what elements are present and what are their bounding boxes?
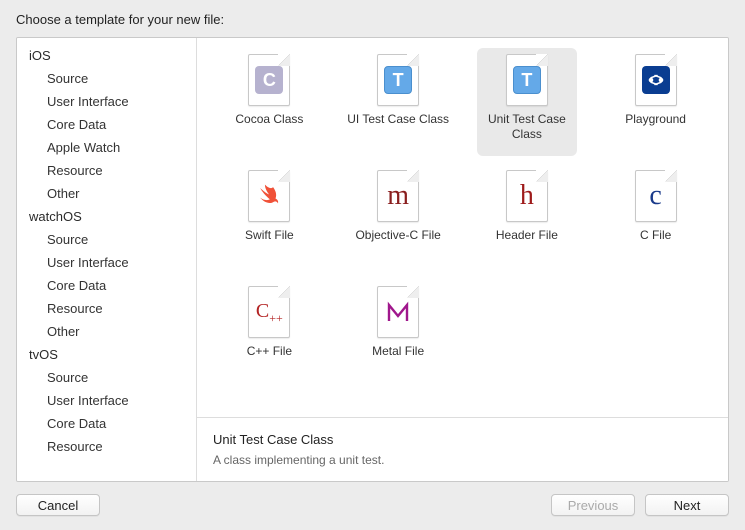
template-playground[interactable]: Playground — [591, 48, 720, 156]
template-label: Playground — [625, 112, 686, 127]
template-detail: Unit Test Case Class A class implementin… — [197, 417, 728, 481]
sidebar-item-watchos-resource[interactable]: Resource — [17, 297, 196, 320]
sidebar-item-watchos-core-data[interactable]: Core Data — [17, 274, 196, 297]
cocoa-class-icon: C — [248, 54, 290, 106]
template-category-sidebar[interactable]: iOS Source User Interface Core Data Appl… — [17, 38, 197, 481]
sidebar-group-watchos[interactable]: watchOS — [17, 205, 196, 228]
template-label: UI Test Case Class — [347, 112, 449, 127]
sidebar-item-ios-apple-watch[interactable]: Apple Watch — [17, 136, 196, 159]
cancel-button[interactable]: Cancel — [16, 494, 100, 516]
sidebar-item-tvos-resource[interactable]: Resource — [17, 435, 196, 458]
sidebar-item-tvos-source[interactable]: Source — [17, 366, 196, 389]
dialog-title: Choose a template for your new file: — [16, 12, 224, 27]
templates-grid: C Cocoa Class T UI Test Case Class T Uni… — [197, 38, 728, 417]
template-label: Metal File — [372, 344, 424, 359]
template-main: C Cocoa Class T UI Test Case Class T Uni… — [197, 38, 728, 481]
template-label: Cocoa Class — [235, 112, 303, 127]
ui-test-case-icon: T — [377, 54, 419, 106]
sidebar-item-ios-core-data[interactable]: Core Data — [17, 113, 196, 136]
unit-test-case-icon: T — [506, 54, 548, 106]
template-header-file[interactable]: h Header File — [463, 164, 592, 272]
template-c-file[interactable]: c C File — [591, 164, 720, 272]
sidebar-item-ios-resource[interactable]: Resource — [17, 159, 196, 182]
template-label: Swift File — [245, 228, 294, 243]
template-cpp-file[interactable]: C++ C++ File — [205, 280, 334, 388]
template-metal-file[interactable]: Metal File — [334, 280, 463, 388]
sidebar-item-watchos-source[interactable]: Source — [17, 228, 196, 251]
dialog-header: Choose a template for your new file: — [0, 0, 745, 37]
template-swift-file[interactable]: Swift File — [205, 164, 334, 272]
detail-title: Unit Test Case Class — [213, 432, 712, 447]
sidebar-item-watchos-user-interface[interactable]: User Interface — [17, 251, 196, 274]
template-objective-c-file[interactable]: m Objective-C File — [334, 164, 463, 272]
sidebar-item-tvos-core-data[interactable]: Core Data — [17, 412, 196, 435]
dialog-content: iOS Source User Interface Core Data Appl… — [16, 37, 729, 482]
template-unit-test-case-class[interactable]: T Unit Test Case Class — [477, 48, 578, 156]
footer-right: Previous Next — [551, 494, 729, 516]
sidebar-group-ios[interactable]: iOS — [17, 44, 196, 67]
template-label: C++ File — [247, 344, 292, 359]
sidebar-item-ios-user-interface[interactable]: User Interface — [17, 90, 196, 113]
c-file-icon: c — [635, 170, 677, 222]
template-label: C File — [640, 228, 671, 243]
next-button[interactable]: Next — [645, 494, 729, 516]
sidebar-item-tvos-user-interface[interactable]: User Interface — [17, 389, 196, 412]
swift-file-icon — [248, 170, 290, 222]
sidebar-group-tvos[interactable]: tvOS — [17, 343, 196, 366]
template-label: Header File — [496, 228, 558, 243]
sidebar-item-ios-other[interactable]: Other — [17, 182, 196, 205]
template-label: Objective-C File — [355, 228, 440, 243]
header-file-icon: h — [506, 170, 548, 222]
template-ui-test-case-class[interactable]: T UI Test Case Class — [334, 48, 463, 156]
template-cocoa-class[interactable]: C Cocoa Class — [205, 48, 334, 156]
sidebar-item-watchos-other[interactable]: Other — [17, 320, 196, 343]
template-label: Unit Test Case Class — [481, 112, 574, 142]
dialog-footer: Cancel Previous Next — [0, 482, 745, 530]
new-file-template-dialog: Choose a template for your new file: iOS… — [0, 0, 745, 530]
cpp-file-icon: C++ — [248, 286, 290, 338]
objective-c-file-icon: m — [377, 170, 419, 222]
sidebar-item-ios-source[interactable]: Source — [17, 67, 196, 90]
detail-description: A class implementing a unit test. — [213, 453, 712, 467]
playground-icon — [635, 54, 677, 106]
previous-button[interactable]: Previous — [551, 494, 635, 516]
metal-file-icon — [377, 286, 419, 338]
